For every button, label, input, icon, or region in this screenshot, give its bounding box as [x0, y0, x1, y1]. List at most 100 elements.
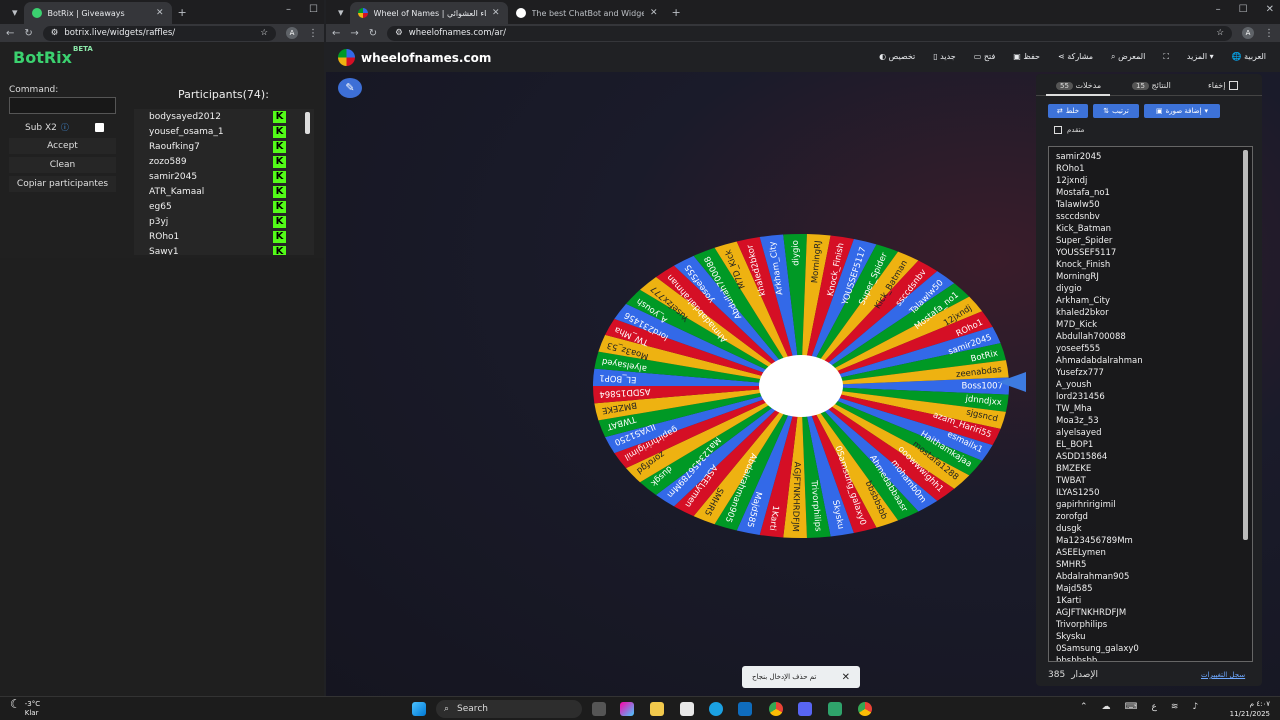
forward-icon[interactable]: →: [350, 28, 358, 39]
entry-line[interactable]: Ahmadabdalrahman: [1049, 355, 1252, 367]
sub-x2-checkbox[interactable]: [95, 123, 104, 132]
entry-line[interactable]: zorofgd: [1049, 511, 1252, 523]
entry-line[interactable]: A_yoush: [1049, 379, 1252, 391]
entry-line[interactable]: M7D_Kick: [1049, 319, 1252, 331]
changelog-link[interactable]: سجل التغييرات: [1201, 671, 1245, 679]
bookmark-star-icon[interactable]: ☆: [260, 28, 268, 38]
close-window-icon[interactable]: ✕: [1266, 4, 1274, 15]
entries-textarea[interactable]: samir2045 ROho1 12jxndj Mostafa_no1 Talawlw5…: [1048, 146, 1253, 662]
entry-line[interactable]: Skysku: [1049, 631, 1252, 643]
entry-line[interactable]: khaled2bkor: [1049, 307, 1252, 319]
nav-share[interactable]: ⋖ مشاركة: [1058, 52, 1093, 62]
entry-line[interactable]: BMZEKE: [1049, 463, 1252, 475]
taskbar-search[interactable]: ⌕ Search: [436, 700, 582, 718]
entry-line[interactable]: samir2045: [1049, 151, 1252, 163]
entry-line[interactable]: lord231456: [1049, 391, 1252, 403]
name-wheel[interactable]: Boss1007jdnndjxxsjgsncdazam_Hariri55esma…: [591, 226, 1011, 546]
entry-line[interactable]: TWBAT: [1049, 475, 1252, 487]
close-tab-icon[interactable]: ✕: [650, 8, 658, 18]
entry-line[interactable]: gapirhririgimil: [1049, 499, 1252, 511]
keyboard-icon[interactable]: ⌨: [1125, 702, 1138, 712]
tab-entries[interactable]: 55 مدخلات: [1056, 81, 1101, 90]
entry-line[interactable]: 12jxndj: [1049, 175, 1252, 187]
entry-line[interactable]: Yusefzx777: [1049, 367, 1252, 379]
chrome-icon[interactable]: [769, 702, 783, 716]
edge-icon[interactable]: [709, 702, 723, 716]
minimize-icon[interactable]: –: [286, 4, 291, 15]
clock[interactable]: ٤:٠٧ م 11/21/2025: [1230, 699, 1270, 719]
back-icon[interactable]: ←: [332, 28, 340, 39]
tab-search-icon[interactable]: ▾: [332, 6, 350, 19]
reload-icon[interactable]: ↻: [369, 28, 377, 39]
app-icon[interactable]: [828, 702, 842, 716]
info-icon[interactable]: ⓘ: [61, 122, 69, 133]
wheel-center[interactable]: [759, 355, 843, 417]
hide-checkbox[interactable]: [1229, 81, 1239, 90]
new-tab-icon[interactable]: +: [172, 6, 193, 19]
entry-line[interactable]: Talawlw50: [1049, 199, 1252, 211]
entry-line[interactable]: ROho1: [1049, 163, 1252, 175]
clean-button[interactable]: Clean: [9, 157, 116, 173]
wifi-icon[interactable]: ≋: [1171, 702, 1179, 712]
tab-botrix[interactable]: BotRix | Giveaways ✕: [23, 2, 172, 24]
entry-line[interactable]: Super_Spider: [1049, 235, 1252, 247]
tab-chatbot[interactable]: The best ChatBot and Widgets ✕: [508, 2, 666, 24]
entry-line[interactable]: diygio: [1049, 283, 1252, 295]
entry-line[interactable]: EL_BOP1: [1049, 439, 1252, 451]
shuffle-button[interactable]: ⇄ خلط: [1048, 104, 1088, 118]
nav-gallery[interactable]: ⌕ المعرض: [1111, 52, 1145, 62]
copilot-icon[interactable]: [620, 702, 634, 716]
task-view-icon[interactable]: [592, 702, 606, 716]
site-logo[interactable]: wheelofnames.com: [338, 49, 491, 66]
entry-line[interactable]: TW_Mha: [1049, 403, 1252, 415]
bookmark-star-icon[interactable]: ☆: [1216, 28, 1224, 38]
entry-line[interactable]: Abdullah700088: [1049, 331, 1252, 343]
weather-widget[interactable]: ☾ -3°C Klar: [10, 698, 40, 718]
entry-line[interactable]: Abdalrahman905: [1049, 571, 1252, 583]
participants-list[interactable]: bodysayed2012 Kyousef_osama_1 K Raoufking7 K…: [134, 109, 314, 255]
back-icon[interactable]: ←: [6, 28, 14, 39]
entry-line[interactable]: Mostafa_no1: [1049, 187, 1252, 199]
start-icon[interactable]: [412, 702, 426, 716]
minimize-icon[interactable]: –: [1216, 4, 1221, 15]
profile-avatar[interactable]: A: [286, 27, 298, 39]
new-tab-icon[interactable]: +: [666, 6, 687, 19]
entry-line[interactable]: alyelsayed: [1049, 427, 1252, 439]
entry-line[interactable]: AGJFTNKHRDFJM: [1049, 607, 1252, 619]
add-image-button[interactable]: ▣ إضافة صورة ▾: [1144, 104, 1220, 118]
volume-icon[interactable]: ♪: [1192, 702, 1198, 712]
reload-icon[interactable]: ↻: [24, 28, 32, 39]
entry-line[interactable]: Trivorphilips: [1049, 619, 1252, 631]
entry-line[interactable]: Moa3z_53: [1049, 415, 1252, 427]
address-bar[interactable]: ⚙ botrix.live/widgets/raffles/ ☆: [42, 25, 276, 41]
entry-line[interactable]: Arkham_City: [1049, 295, 1252, 307]
site-info-icon[interactable]: ⚙: [51, 28, 59, 38]
nav-new[interactable]: ▯ جديد: [933, 52, 956, 62]
entry-line[interactable]: Knock_Finish: [1049, 259, 1252, 271]
address-bar[interactable]: ⚙ wheelofnames.com/ar/ ☆: [387, 25, 1232, 41]
entry-line[interactable]: ILYAS1250: [1049, 487, 1252, 499]
nav-save[interactable]: ▣ حفظ: [1013, 52, 1040, 62]
store-icon[interactable]: [680, 702, 694, 716]
edit-pencil-icon[interactable]: ✎: [338, 78, 362, 98]
advanced-toggle[interactable]: متقدم: [1054, 126, 1084, 134]
discord-icon[interactable]: [798, 702, 812, 716]
site-info-icon[interactable]: ⚙: [395, 28, 403, 38]
entry-line[interactable]: dusgk: [1049, 523, 1252, 535]
entry-line[interactable]: SMHR5: [1049, 559, 1252, 571]
entry-line[interactable]: ASDD15864: [1049, 451, 1252, 463]
entry-line[interactable]: yoseef555: [1049, 343, 1252, 355]
entry-line[interactable]: bbsbbsbb: [1049, 655, 1252, 661]
nav-more[interactable]: المزيد ▾: [1187, 52, 1214, 62]
nav-open[interactable]: ▭ فتح: [974, 52, 996, 62]
accept-button[interactable]: Accept: [9, 138, 116, 154]
nav-fullscreen-icon[interactable]: ⛶: [1163, 52, 1169, 62]
copy-participants-button[interactable]: Copiar participantes: [9, 176, 116, 192]
close-tab-icon[interactable]: ✕: [156, 8, 164, 18]
participants-scrollbar[interactable]: [305, 112, 310, 134]
advanced-checkbox[interactable]: [1054, 126, 1062, 134]
entry-line[interactable]: ASEELymen: [1049, 547, 1252, 559]
mail-icon[interactable]: [738, 702, 752, 716]
entry-line[interactable]: MorningRJ: [1049, 271, 1252, 283]
tab-wheel-of-names[interactable]: Wheel of Names | عجلة الأسماء العشوائي ✕: [349, 2, 508, 24]
